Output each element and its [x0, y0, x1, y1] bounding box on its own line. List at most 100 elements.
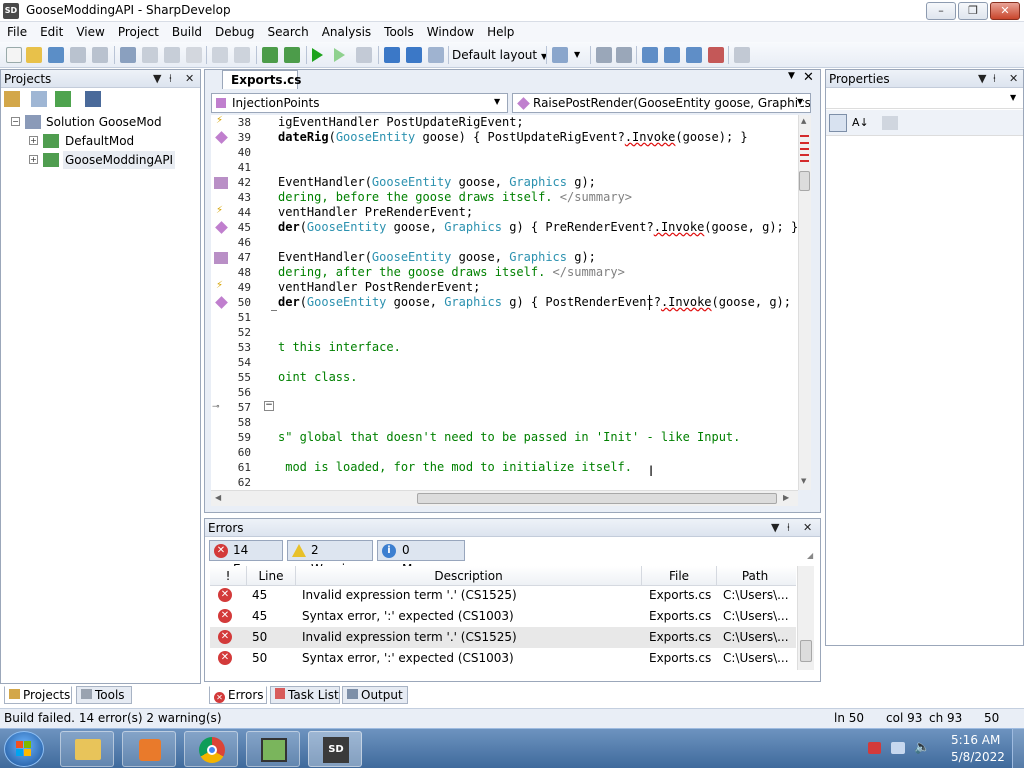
save-icon[interactable]: [48, 47, 64, 63]
tab-tools[interactable]: Tools: [76, 686, 132, 704]
open-icon[interactable]: [26, 47, 42, 63]
menu-tools[interactable]: Tools: [377, 22, 420, 40]
refresh-icon[interactable]: [55, 91, 71, 107]
taskbar-sharpdevelop[interactable]: SD: [308, 731, 362, 767]
errors-filter-button[interactable]: ✕ 14 Errors: [209, 540, 283, 576]
save-all-icon[interactable]: [70, 47, 86, 63]
close-icon[interactable]: ✕: [803, 519, 812, 537]
pin-icon[interactable]: ⍿: [169, 70, 172, 88]
editor-horizontal-scrollbar[interactable]: ◀ ▶: [211, 490, 798, 506]
network-icon[interactable]: [891, 742, 905, 754]
prev-bookmark-icon[interactable]: [664, 47, 680, 63]
column-header[interactable]: !: [210, 566, 246, 586]
pin-icon[interactable]: ⍿: [993, 70, 996, 88]
pin-icon[interactable]: ⍿: [787, 519, 790, 537]
property-pages-icon[interactable]: [882, 116, 898, 130]
class-dropdown[interactable]: InjectionPoints ▼: [211, 93, 508, 113]
scroll-thumb[interactable]: [799, 171, 810, 191]
collapse-icon[interactable]: −: [11, 117, 20, 126]
stop-icon[interactable]: [356, 47, 372, 63]
paste-icon[interactable]: [164, 47, 180, 63]
table-row-selected[interactable]: ✕ 50 Invalid expression term '.' (CS1525…: [210, 627, 796, 648]
alphabetical-icon[interactable]: A↓: [852, 114, 870, 132]
chevron-down-icon[interactable]: ▼: [978, 70, 986, 88]
messages-filter-button[interactable]: i 0 Messages: [377, 540, 465, 576]
outdent-icon[interactable]: [616, 47, 632, 63]
tab-errors[interactable]: ✕ Errors: [209, 686, 267, 704]
print-icon[interactable]: [92, 47, 108, 63]
chevron-down-icon[interactable]: ▼: [153, 70, 161, 88]
tree-node-defaultmod[interactable]: + DefaultMod: [27, 132, 187, 150]
action-center-icon[interactable]: [868, 742, 881, 754]
close-icon[interactable]: ✕: [1009, 70, 1018, 88]
chevron-down-icon[interactable]: ▼: [574, 47, 590, 63]
show-all-files-icon[interactable]: [85, 91, 101, 107]
collapse-all-icon[interactable]: [31, 91, 47, 107]
bookmark-icon[interactable]: [642, 47, 658, 63]
build-icon[interactable]: [262, 47, 278, 63]
step-over-icon[interactable]: [384, 47, 400, 63]
menu-window[interactable]: Window: [420, 22, 480, 40]
expand-icon[interactable]: +: [29, 155, 38, 164]
chevron-down-icon[interactable]: ▼: [788, 71, 795, 81]
tree-node-goosemoddingapi[interactable]: + GooseModdingAPI: [27, 151, 187, 169]
close-button[interactable]: ✕: [990, 2, 1020, 20]
delete-icon[interactable]: [186, 47, 202, 63]
table-row[interactable]: ✕ 45 Syntax error, ':' expected (CS1003)…: [210, 606, 796, 627]
show-desktop-button[interactable]: [1012, 729, 1024, 768]
menu-edit[interactable]: Edit: [33, 22, 69, 40]
chevron-down-icon[interactable]: ▼: [771, 519, 779, 537]
volume-icon[interactable]: 🔈: [914, 740, 930, 755]
tab-output[interactable]: Output: [342, 686, 408, 704]
find-icon[interactable]: [734, 47, 750, 63]
properties-icon[interactable]: [4, 91, 20, 107]
table-row[interactable]: ✕ 50 Syntax error, ':' expected (CS1003)…: [210, 648, 796, 669]
fold-toggle-icon[interactable]: −: [264, 401, 274, 411]
menu-search[interactable]: Search: [260, 22, 314, 40]
categorized-icon[interactable]: [829, 114, 847, 132]
step-into-icon[interactable]: [406, 47, 422, 63]
table-row[interactable]: ✕ 45 Invalid expression term '.' (CS1525…: [210, 585, 796, 606]
close-icon[interactable]: ✕: [185, 70, 194, 88]
clock-date[interactable]: 5/8/2022: [951, 750, 1005, 764]
column-header[interactable]: Path: [717, 566, 793, 586]
app-icon[interactable]: SD: [3, 3, 19, 19]
menu-view[interactable]: View: [69, 22, 110, 40]
tab-projects[interactable]: Projects: [4, 686, 72, 704]
undo-icon[interactable]: [212, 47, 228, 63]
clear-bookmarks-icon[interactable]: [708, 47, 724, 63]
code-editor[interactable]: ⚡ ⚡ ⚡ ⊸ 38 39 40 41 42 43 44 45 46 47 48…: [211, 115, 798, 490]
comment-icon[interactable]: [552, 47, 568, 63]
menu-debug[interactable]: Debug: [208, 22, 260, 40]
close-icon[interactable]: ✕: [803, 70, 814, 85]
step-out-icon[interactable]: [428, 47, 444, 63]
tree-node-solution[interactable]: − Solution GooseMod: [9, 113, 189, 131]
taskbar-media-player[interactable]: [122, 731, 176, 767]
menu-file[interactable]: File: [0, 22, 33, 40]
scroll-thumb[interactable]: [417, 493, 777, 504]
run-icon[interactable]: [312, 48, 323, 62]
run-without-debug-icon[interactable]: [334, 48, 345, 62]
column-header[interactable]: Line: [247, 566, 295, 586]
indent-icon[interactable]: [596, 47, 612, 63]
clock-time[interactable]: 5:16 AM: [951, 733, 1000, 747]
taskbar-editor[interactable]: [246, 731, 300, 767]
minimize-button[interactable]: –: [926, 2, 956, 20]
tab-exports-cs[interactable]: Exports.cs: [222, 70, 301, 89]
menu-help[interactable]: Help: [480, 22, 520, 40]
taskbar-explorer[interactable]: [60, 731, 114, 767]
menu-project[interactable]: Project: [111, 22, 165, 40]
warnings-filter-button[interactable]: 2 Warnings: [287, 540, 373, 576]
taskbar-chrome[interactable]: [184, 731, 238, 767]
resize-grip-icon[interactable]: ◢: [807, 551, 813, 560]
column-header[interactable]: Description: [296, 566, 641, 586]
layout-dropdown[interactable]: Default layout ▼: [452, 46, 547, 64]
editor-vertical-scrollbar[interactable]: ▲ ▼: [798, 115, 811, 490]
maximize-button[interactable]: ❐: [958, 2, 988, 20]
redo-icon[interactable]: [234, 47, 250, 63]
start-button[interactable]: [4, 731, 44, 767]
scroll-thumb[interactable]: [800, 640, 812, 662]
object-selector[interactable]: ▼: [826, 89, 1023, 109]
tab-task-list[interactable]: Task List: [270, 686, 340, 704]
build-all-icon[interactable]: [284, 47, 300, 63]
